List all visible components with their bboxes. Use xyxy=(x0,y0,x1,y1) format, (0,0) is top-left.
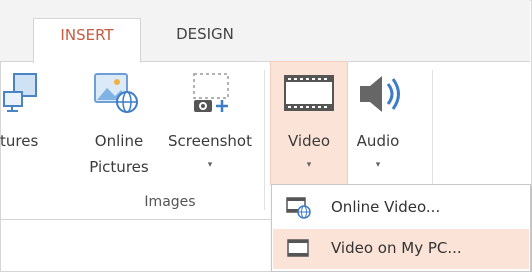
group-separator xyxy=(264,70,265,210)
video-button[interactable]: Video ▾ xyxy=(271,70,347,170)
video-label: Video xyxy=(287,132,331,150)
audio-button[interactable]: Audio ▾ xyxy=(346,70,410,170)
images-group-label: Images xyxy=(144,194,196,210)
menu-item-label: Online Video... xyxy=(331,198,441,216)
online-pictures-button[interactable]: Online Pictures xyxy=(83,70,155,176)
video-dropdown-menu: Online Video... Video on My PC... xyxy=(271,184,531,272)
video-on-pc-icon xyxy=(287,239,309,257)
chevron-down-icon: ▾ xyxy=(306,160,312,170)
menu-item-video-on-my-pc[interactable]: Video on My PC... xyxy=(273,229,529,269)
pictures-button[interactable]: tures xyxy=(0,70,72,150)
online-pictures-label-line1: Online xyxy=(94,132,144,150)
menu-item-online-video[interactable]: Online Video... xyxy=(273,188,529,228)
online-video-icon xyxy=(286,197,311,219)
online-pictures-icon xyxy=(94,73,138,113)
screenshot-label: Screenshot xyxy=(168,132,252,150)
online-pictures-label-line2: Pictures xyxy=(89,158,149,176)
audio-label: Audio xyxy=(356,132,400,150)
screenshot-icon xyxy=(193,73,229,112)
pictures-icon xyxy=(3,73,37,112)
menu-item-label: Video on My PC... xyxy=(331,239,462,257)
chevron-down-icon: ▾ xyxy=(375,160,381,170)
pictures-label: tures xyxy=(0,132,39,150)
video-film-icon xyxy=(284,75,334,111)
chevron-down-icon: ▾ xyxy=(207,160,213,170)
tab-insert[interactable]: INSERT xyxy=(33,18,141,63)
speaker-icon xyxy=(360,76,400,112)
ribbon-tab-strip: INSERT DESIGN xyxy=(0,0,530,63)
tab-design[interactable]: DESIGN xyxy=(160,18,250,62)
screenshot-button[interactable]: Screenshot ▾ xyxy=(160,70,260,170)
